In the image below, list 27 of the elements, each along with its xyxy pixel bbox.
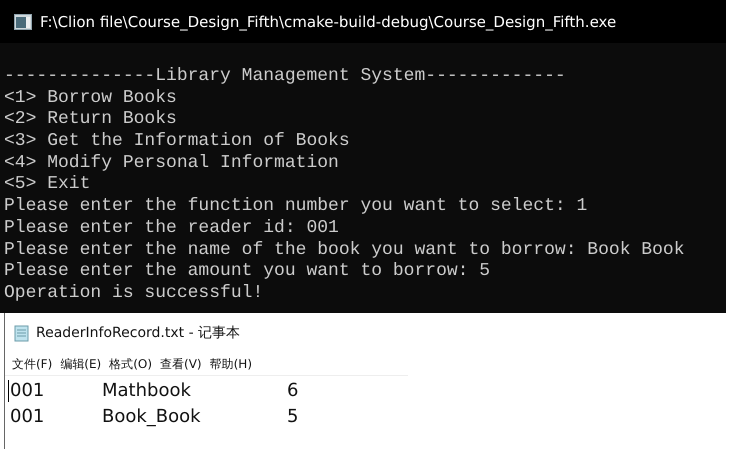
notepad-icon [14, 324, 30, 342]
console-line: <2> Return Books [4, 109, 178, 132]
window-title: F:\Clion file\Course_Design_Fifth\cmake-build-debug\Course_Design_Fifth.exe [40, 12, 616, 30]
text-cell: 6 [287, 380, 298, 400]
console-line: Operation is successful! [4, 282, 264, 305]
text-cursor-icon [8, 380, 9, 402]
menu-item[interactable]: 查看(V) [160, 356, 202, 372]
text-cell: 001 [10, 380, 44, 400]
console-line: --------------Library Management System------------- [4, 66, 567, 88]
console-line: Please enter the function number you want to select: 1 [4, 196, 588, 218]
text-cell: 001 [10, 406, 44, 426]
text-cell: Mathbook [102, 380, 191, 400]
console-line: <1> Borrow Books [4, 88, 178, 110]
console-app-icon [14, 14, 32, 30]
console-line: <5> Exit [4, 174, 92, 196]
text-cell: Book_Book [102, 406, 201, 426]
text-cell: 5 [287, 406, 298, 426]
console-line: Please enter the name of the book you want to borrow: Book Book [4, 240, 686, 262]
menu-item[interactable]: 格式(O) [109, 356, 152, 372]
console-line: <3> Get the Information of Books [4, 131, 351, 153]
console-line: <4> Modify Personal Information [4, 152, 340, 174]
console-line: Please enter the amount you want to borrow: 5 [4, 261, 492, 283]
window-title: ReaderInfoRecord.txt - 记事本 [36, 324, 240, 342]
menu-item[interactable]: 帮助(H) [210, 356, 252, 372]
menu-item[interactable]: 文件(F) [12, 356, 52, 372]
menu-item[interactable]: 编辑(E) [60, 356, 102, 372]
console-line: Please enter the reader id: 001 [4, 218, 340, 240]
